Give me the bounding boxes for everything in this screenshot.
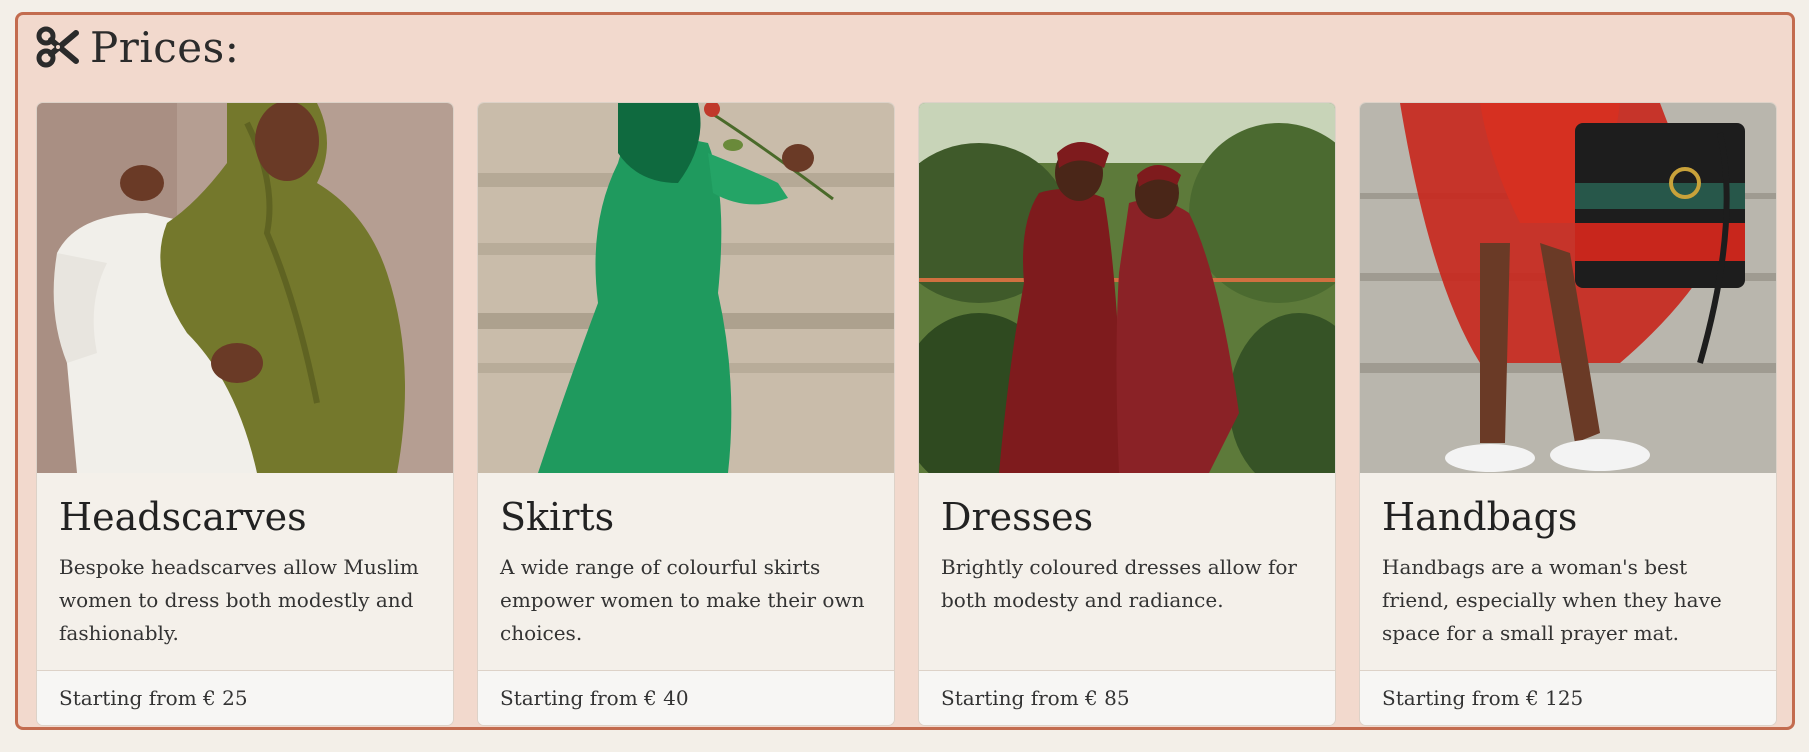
card-description: A wide range of colourful skirts empower… [500,555,865,645]
card-description: Bespoke headscarves allow Muslim women t… [59,555,419,645]
prices-section: Prices: Headscarves Bespoke headscarves … [15,12,1795,730]
two-women-red-dresses-photo [919,103,1335,473]
card-skirts: Skirts A wide range of colourful skirts … [477,102,895,726]
card-price: Starting from € 40 [478,670,894,725]
card-price: Starting from € 125 [1360,670,1776,725]
card-title: Dresses [941,495,1094,539]
card-handbags: Handbags Handbags are a woman's best fri… [1359,102,1777,726]
card-dresses: Dresses Brightly coloured dresses allow … [918,102,1336,726]
card-headscarves: Headscarves Bespoke headscarves allow Mu… [36,102,454,726]
card-description: Handbags are a woman's best friend, espe… [1382,555,1722,645]
price-cards: Headscarves Bespoke headscarves allow Mu… [36,102,1777,726]
woman-olive-headscarf-photo [37,103,453,473]
card-title: Headscarves [59,495,307,539]
scissors-icon [36,25,80,69]
card-price: Starting from € 85 [919,670,1335,725]
card-title: Skirts [500,495,615,539]
section-heading: Prices: [36,19,239,75]
card-price: Starting from € 25 [37,670,453,725]
page-title: Prices: [90,22,240,72]
handbag-red-skirt-photo [1360,103,1776,473]
woman-green-skirt-photo [478,103,894,473]
card-title: Handbags [1382,495,1578,539]
card-description: Brightly coloured dresses allow for both… [941,555,1297,612]
